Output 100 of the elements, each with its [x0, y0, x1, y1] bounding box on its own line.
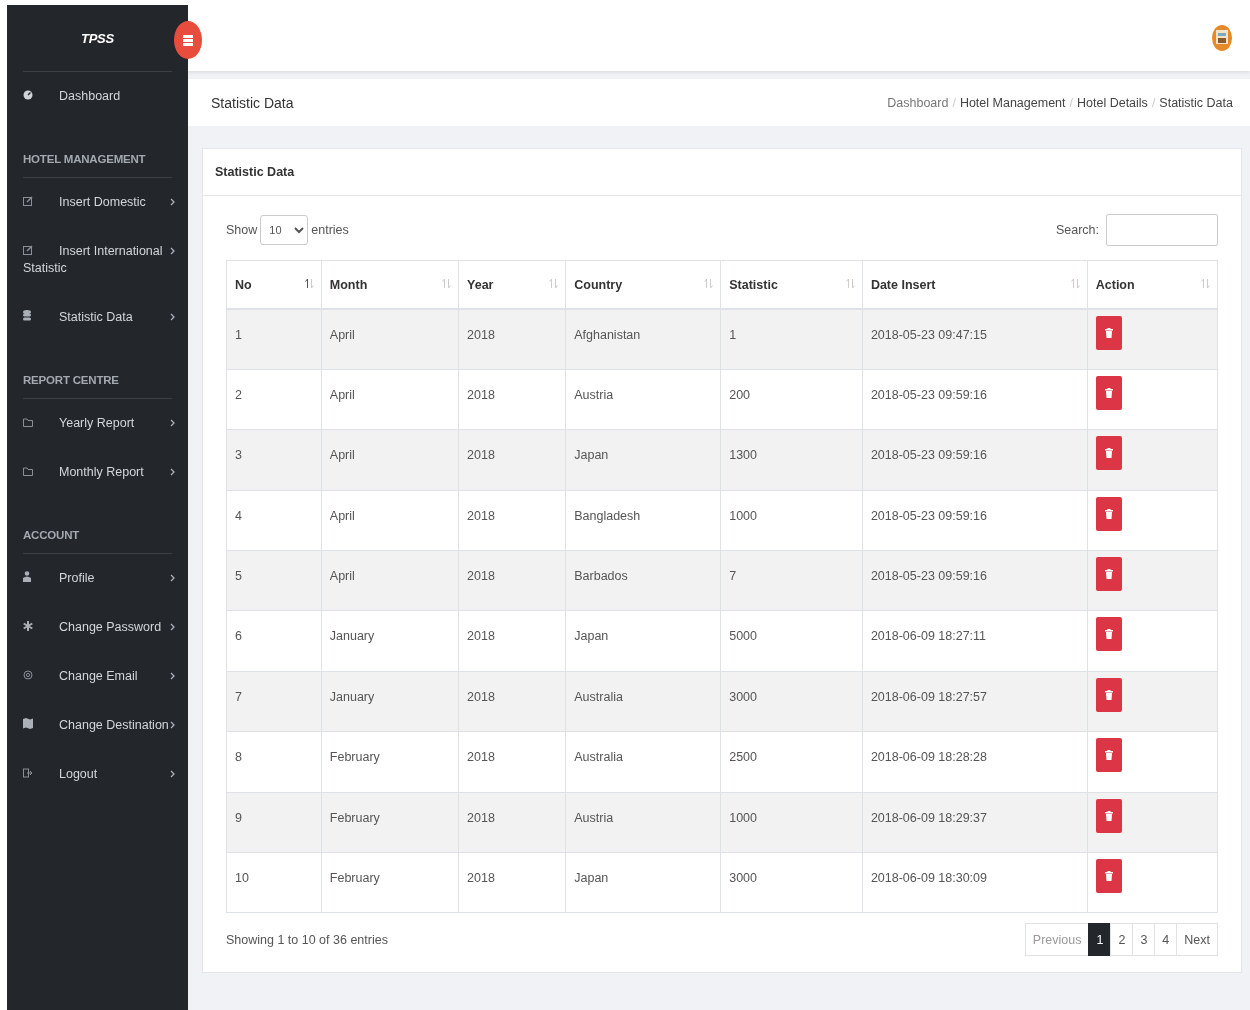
sidebar-item[interactable]: Insert International Statistic	[7, 227, 189, 293]
table-cell: April	[329, 448, 355, 463]
table-cell: 2	[235, 387, 242, 402]
table-cell: 2018	[467, 689, 495, 704]
table-cell: 8	[235, 750, 242, 765]
show-label: Show	[226, 223, 258, 237]
sidebar-item[interactable]: Yearly Report	[7, 399, 189, 448]
table-cell: Bangladesh	[574, 508, 641, 523]
table-cell: 9	[235, 810, 242, 825]
chevron-right-icon	[170, 247, 175, 255]
section-heading: HOTEL MANAGEMENT	[23, 153, 146, 165]
table-cell: 7	[235, 689, 242, 704]
sort-icon	[1070, 278, 1080, 289]
delete-button[interactable]	[1095, 496, 1122, 531]
table-cell: 6	[235, 629, 242, 644]
table-cell: Afghanistan	[574, 328, 641, 342]
breadcrumb-link[interactable]: Hotel Management	[959, 95, 1066, 110]
section-heading: REPORT CENTRE	[23, 374, 119, 386]
table-cell: 2018-06-09 18:28:28	[870, 750, 987, 765]
page-button[interactable]: 2	[1110, 923, 1134, 957]
table-cell: 1300	[729, 448, 757, 463]
table-cell: 3000	[729, 689, 757, 704]
delete-button[interactable]	[1095, 677, 1122, 712]
delete-button[interactable]	[1095, 798, 1122, 833]
sidebar-item[interactable]: Profile	[7, 554, 189, 603]
breadcrumb-separator: /	[1151, 95, 1156, 110]
trash-icon	[1104, 508, 1113, 519]
page-button[interactable]: 3	[1132, 923, 1156, 957]
delete-button[interactable]	[1095, 859, 1122, 893]
sort-icon	[549, 278, 559, 289]
table-cell: 2018	[467, 328, 495, 342]
table-cell: Australia	[574, 750, 623, 765]
sidebar-item[interactable]: Change Email	[7, 652, 189, 701]
chevron-right-icon	[170, 419, 175, 427]
edit-icon	[23, 245, 33, 255]
sidebar-item[interactable]: Statistic Data	[7, 293, 189, 342]
breadcrumb-separator: /	[952, 95, 956, 110]
sort-icon	[442, 278, 452, 289]
table-cell: April	[329, 508, 355, 523]
next-button[interactable]: Next	[1176, 923, 1218, 957]
menu-toggle-button[interactable]	[174, 21, 202, 59]
chevron-right-icon	[170, 468, 175, 476]
card-title: Statistic Data	[215, 165, 295, 179]
table-cell: 200	[729, 387, 751, 402]
table-cell: 2018-06-09 18:27:57	[870, 689, 987, 704]
table-cell: 2018	[467, 629, 495, 644]
table-cell: 3000	[729, 871, 757, 885]
folder-icon	[23, 418, 33, 427]
table-cell: 2018	[467, 387, 495, 402]
table-cell: 2018-06-09 18:29:37	[870, 810, 987, 825]
sidebar-item[interactable]: Dashboard	[7, 72, 189, 121]
table-cell: April	[329, 387, 355, 402]
page-button[interactable]: 1	[1088, 923, 1112, 957]
table-cell: 1	[235, 328, 242, 342]
table-cell: 1000	[729, 508, 757, 523]
trash-icon	[1104, 689, 1113, 700]
table-cell: 5000	[729, 629, 757, 644]
sidebar-item[interactable]: Change Destination	[7, 701, 189, 750]
delete-button[interactable]	[1095, 617, 1122, 652]
breadcrumb-link[interactable]: Hotel Details	[1077, 95, 1148, 110]
sidebar-item[interactable]: Monthly Report	[7, 448, 189, 497]
delete-button[interactable]	[1095, 738, 1122, 773]
sidebar-item[interactable]: Logout	[7, 750, 189, 799]
search-field[interactable]	[1106, 214, 1218, 246]
trash-icon	[1104, 629, 1113, 640]
entries-label: entries	[311, 223, 349, 237]
table-cell: 2018	[467, 750, 495, 765]
table-cell: 2018-05-23 09:59:16	[870, 448, 987, 463]
delete-button[interactable]	[1095, 557, 1122, 592]
table-cell: 2018	[467, 810, 495, 825]
table-cell: Australia	[574, 689, 623, 704]
breadcrumb-separator: /	[1069, 95, 1073, 110]
sidebar-item[interactable]: Insert Domestic	[7, 178, 189, 227]
table-info: Showing 1 to 10 of 36 entries	[226, 932, 388, 947]
page-button[interactable]: 4	[1154, 923, 1178, 957]
entries-dropdown[interactable]: 10	[260, 215, 309, 245]
dashboard-icon	[23, 90, 33, 100]
avatar-icon[interactable]	[1212, 24, 1232, 52]
table-cell: 2018	[467, 448, 495, 463]
trash-icon	[1104, 810, 1113, 821]
table-cell: 4	[235, 508, 242, 523]
delete-button[interactable]	[1095, 316, 1122, 350]
table-cell: February	[329, 810, 380, 825]
database-icon	[23, 310, 31, 321]
chevron-right-icon	[170, 721, 175, 729]
table-cell: 2018-05-23 09:59:16	[870, 569, 987, 584]
table-cell: Japan	[574, 871, 609, 885]
table-cell: 5	[235, 569, 242, 584]
page-title: Statistic Data	[211, 94, 294, 111]
chevron-right-icon	[170, 770, 175, 778]
chevron-right-icon	[170, 623, 175, 631]
edit-icon	[23, 196, 33, 206]
delete-button[interactable]	[1095, 436, 1122, 471]
table-cell: 2018	[467, 871, 495, 885]
delete-button[interactable]	[1095, 375, 1122, 410]
table-cell: 1000	[729, 810, 757, 825]
table-cell: January	[329, 689, 375, 704]
sidebar-item[interactable]: Change Password	[7, 603, 189, 652]
chevron-right-icon	[170, 313, 175, 321]
breadcrumb-link[interactable]: Dashboard	[887, 95, 949, 110]
